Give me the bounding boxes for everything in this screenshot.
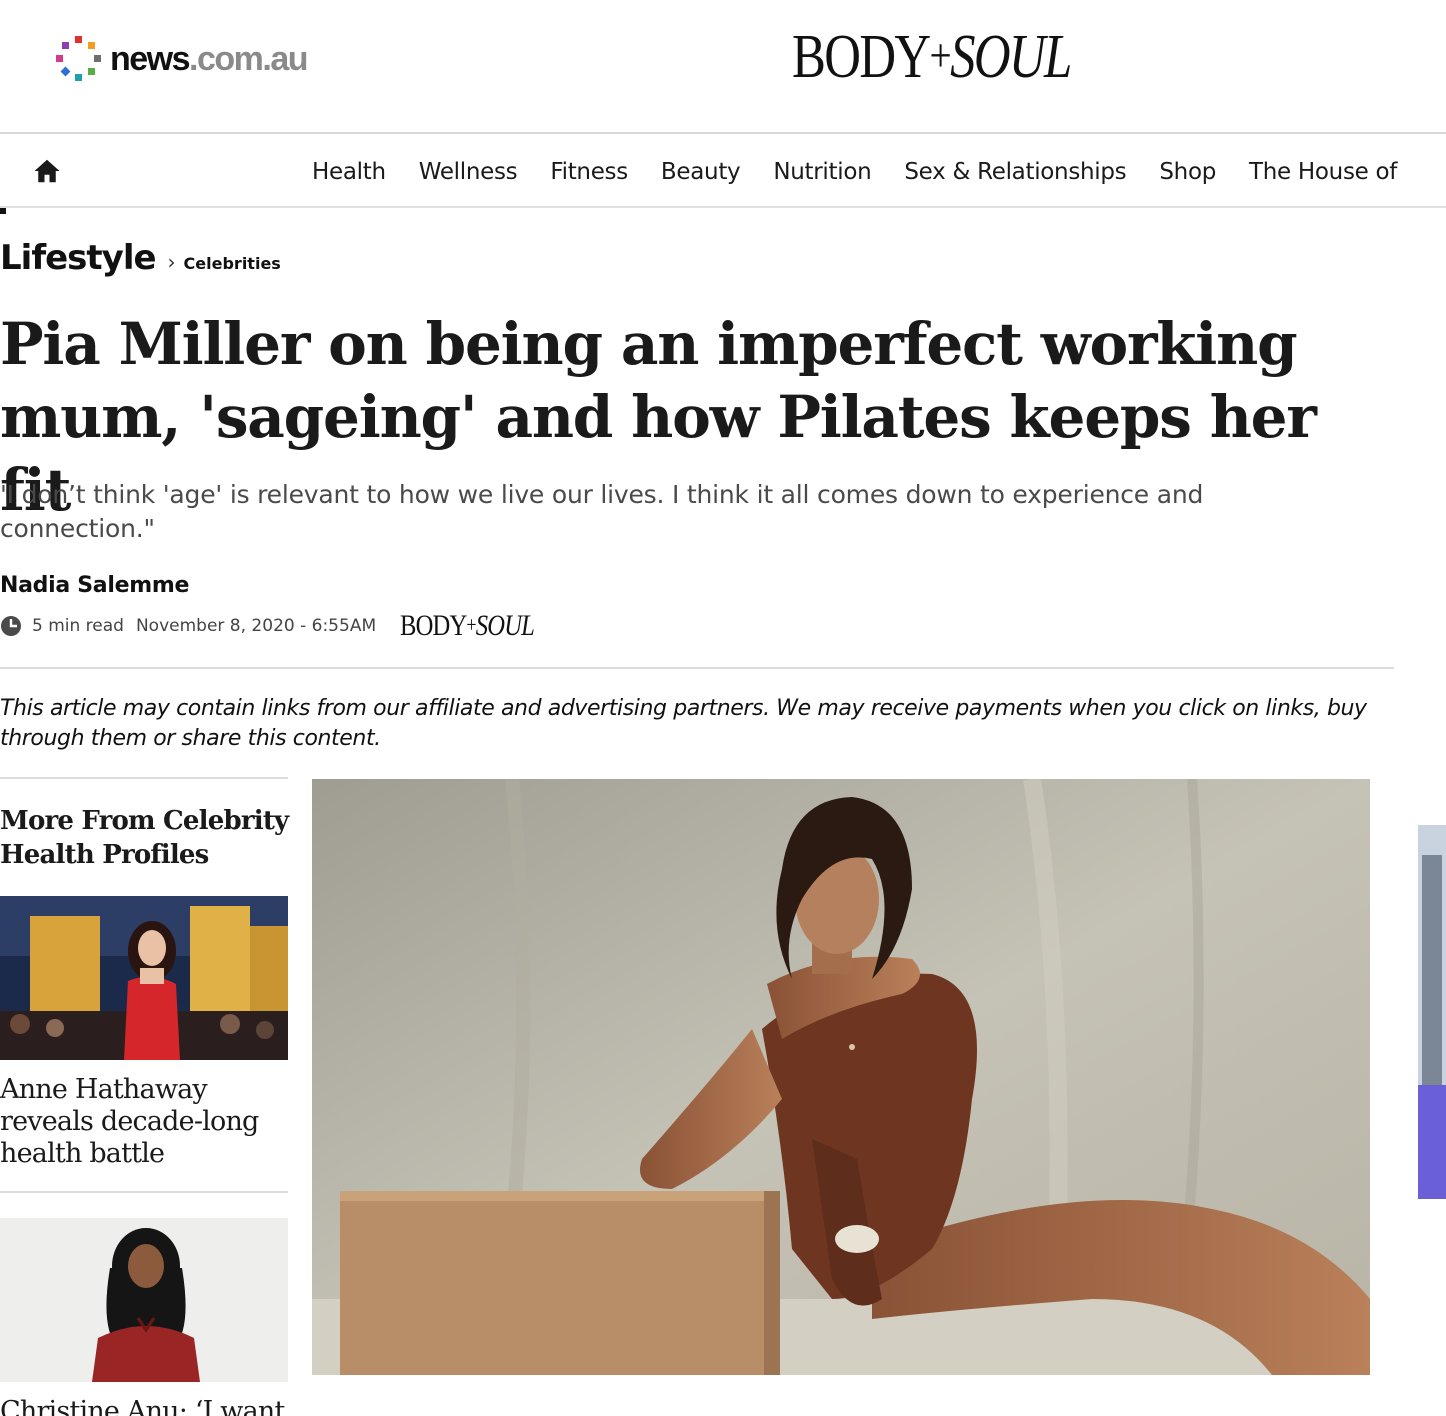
nav-item-shop[interactable]: Shop (1159, 159, 1216, 185)
nav-item-fitness[interactable]: Fitness (550, 159, 628, 185)
sidebar-card-image-1[interactable] (0, 896, 288, 1060)
article-standfirst: 'I don’t think 'age' is relevant to how … (0, 480, 1204, 543)
body-soul-logo[interactable]: BODY+SOUL (792, 26, 1072, 88)
nav-item-health[interactable]: Health (312, 159, 386, 185)
sidebar-card-title-1[interactable]: Anne Hathaway reveals decade-long health… (0, 1074, 290, 1170)
nav-item-beauty[interactable]: Beauty (661, 159, 741, 185)
news-com-au-logo[interactable]: news.com.au (54, 34, 309, 84)
sidebar-card-image-2[interactable] (0, 1218, 288, 1382)
site-header: news.com.au BODY+SOUL (0, 0, 1446, 134)
nav-item-sex-relationships[interactable]: Sex & Relationships (904, 159, 1126, 185)
nav-item-nutrition[interactable]: Nutrition (773, 159, 871, 185)
breadcrumb: Lifestyle › Celebrities (0, 238, 281, 278)
sidebar-title: More From Celebrity Health Profiles (0, 806, 289, 870)
sidebar-card-title-2[interactable]: Christine Anu: ‘I want (0, 1396, 290, 1416)
nav-item-house-of[interactable]: The House of (1249, 159, 1397, 185)
article-hero-image (312, 779, 1370, 1375)
sidebar-divider (0, 1191, 288, 1193)
nav-items: Health Wellness Fitness Beauty Nutrition… (312, 136, 1430, 208)
news-dots-icon (54, 34, 104, 84)
clock-icon (1, 616, 21, 636)
publish-date: November 8, 2020 - 6:55AM (135, 616, 377, 636)
divider (0, 667, 1394, 669)
nav-item-wellness[interactable]: Wellness (419, 159, 518, 185)
news-wordmark: news.com.au (110, 39, 309, 78)
breadcrumb-section-link[interactable]: Lifestyle (0, 238, 157, 278)
edge-marker (0, 208, 6, 214)
advertisement[interactable] (1418, 825, 1446, 1199)
source-logo: BODY+SOUL (400, 609, 535, 642)
chevron-right-icon: › (167, 250, 176, 274)
read-time: 5 min read (32, 616, 124, 636)
breadcrumb-subsection-link[interactable]: Celebrities (184, 254, 281, 273)
main-nav: Health Wellness Fitness Beauty Nutrition… (0, 136, 1446, 208)
author-link[interactable]: Nadia Salemme (0, 573, 189, 598)
affiliate-disclaimer: This article may contain links from our … (0, 696, 1367, 751)
home-icon[interactable] (32, 156, 62, 186)
sidebar-divider (0, 777, 288, 779)
article-meta: 5 min read November 8, 2020 - 6:55AM BOD… (0, 609, 564, 642)
